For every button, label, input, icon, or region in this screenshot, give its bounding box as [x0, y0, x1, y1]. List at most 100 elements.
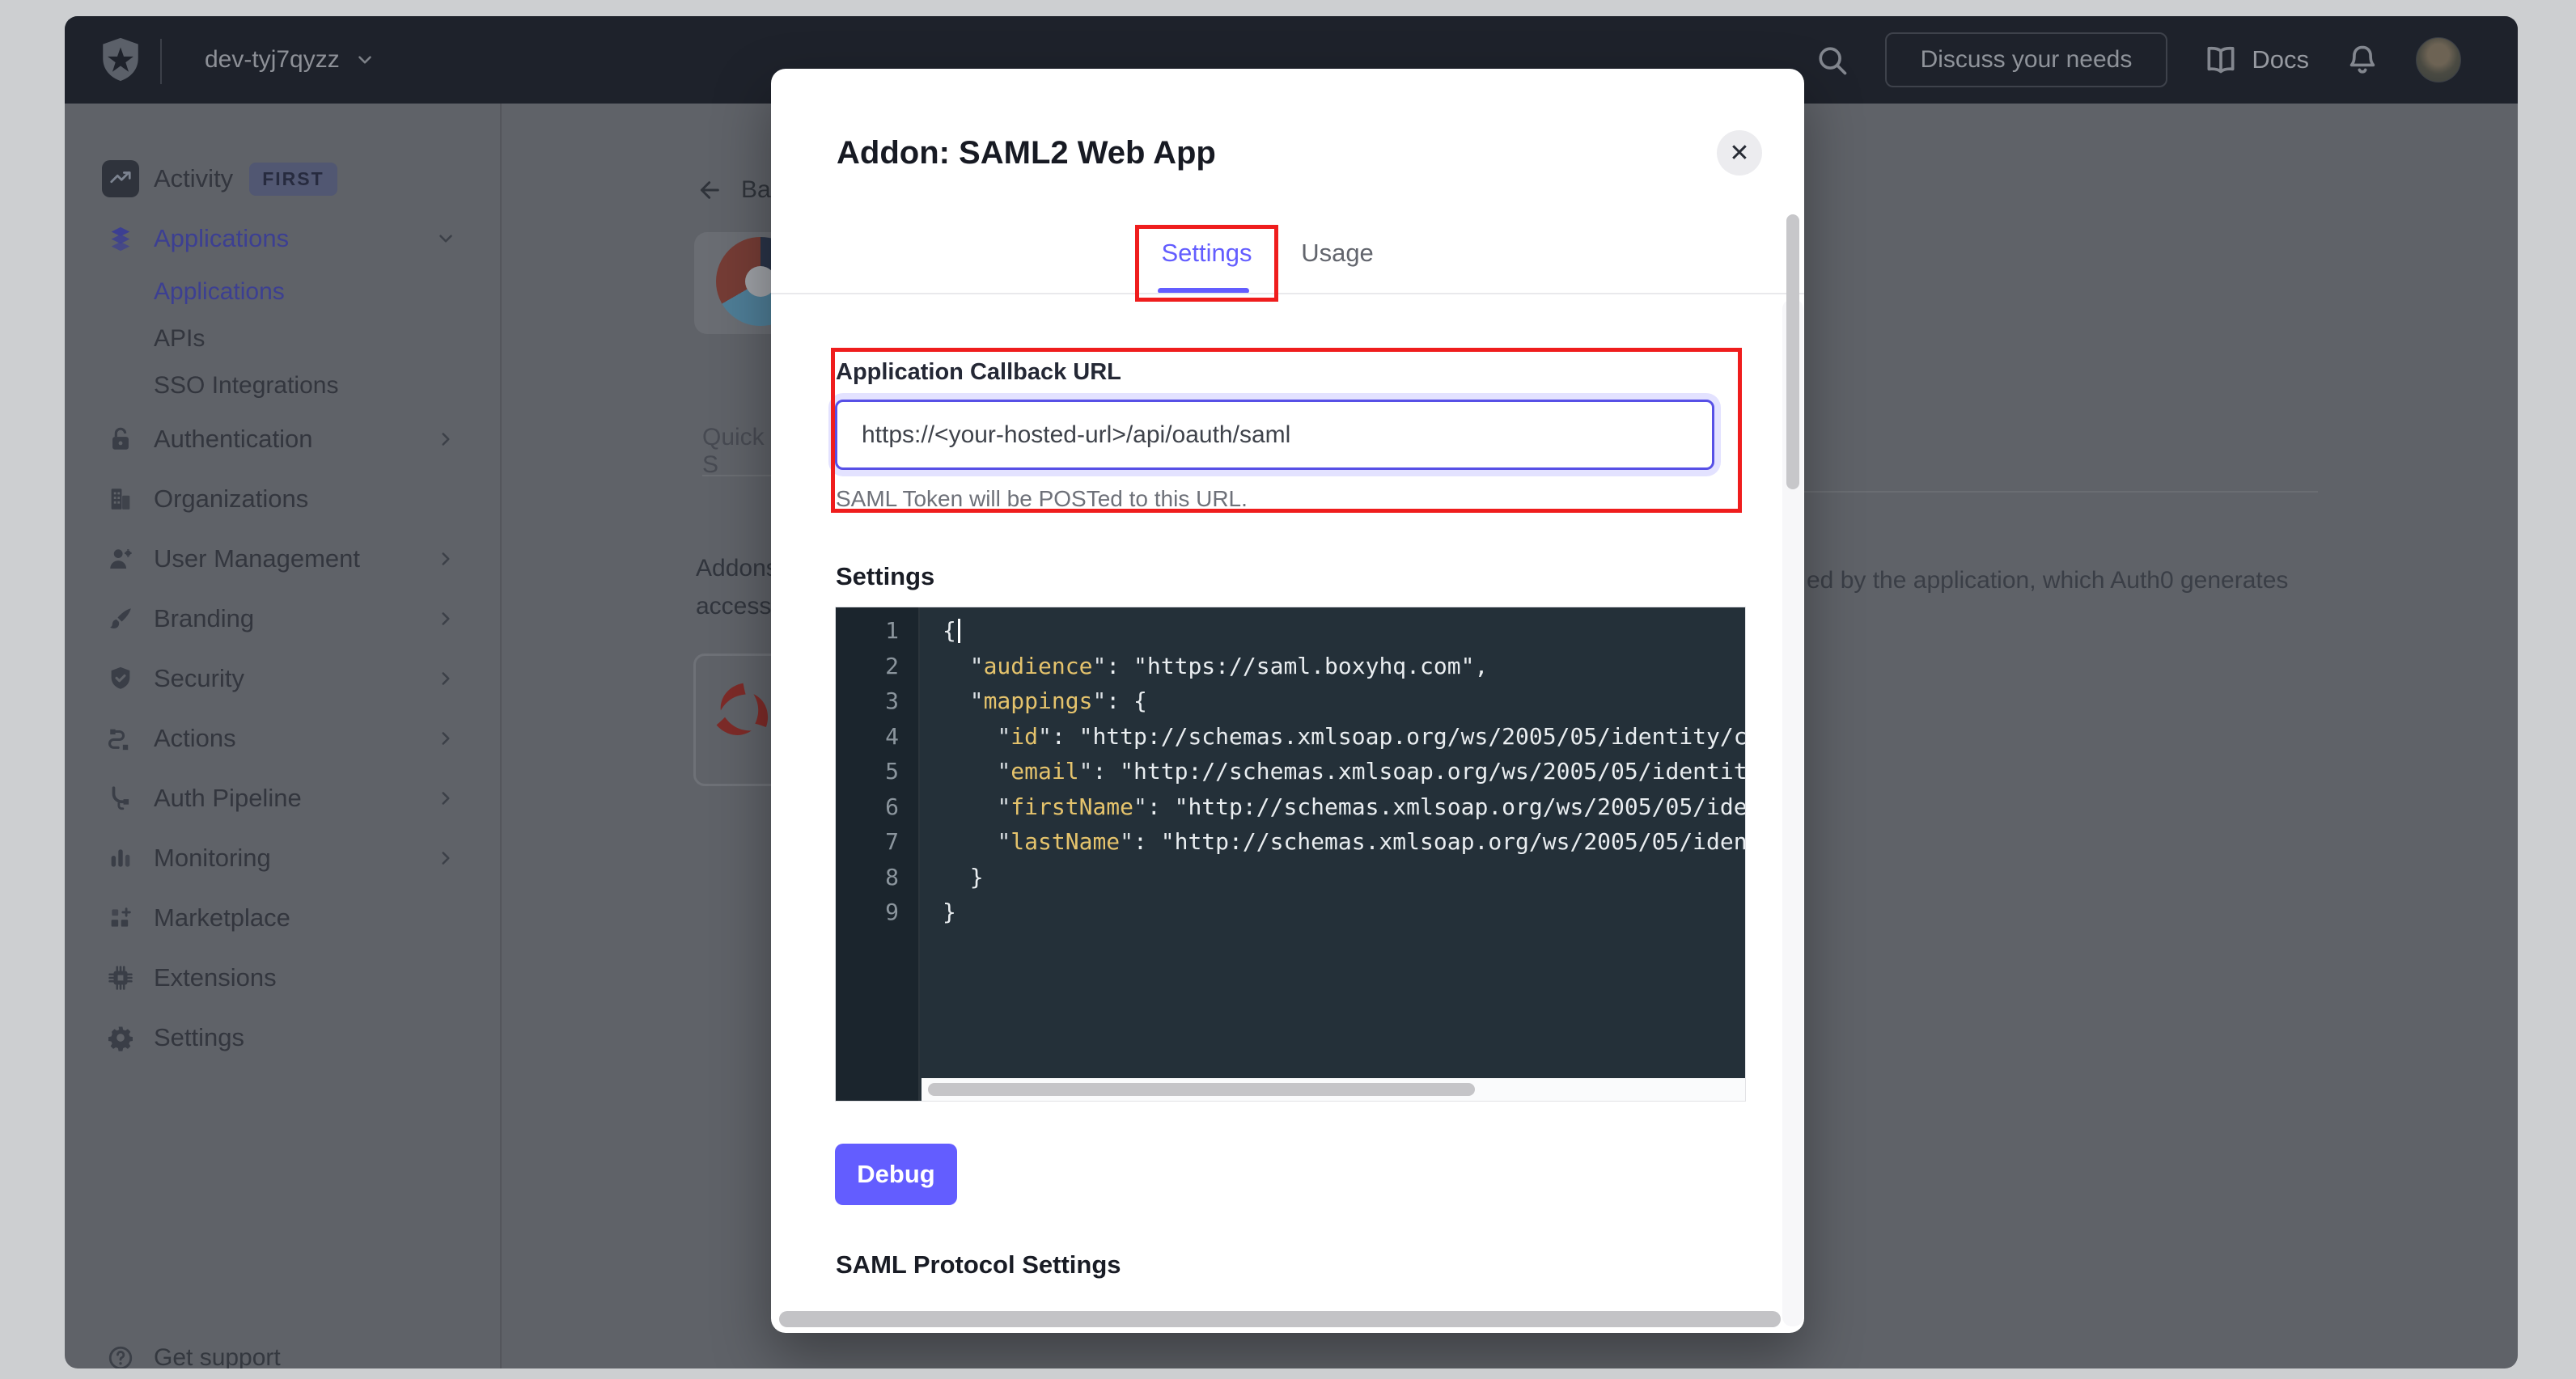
line-number: 9 — [836, 895, 918, 930]
sidebar-item-label: SSO Integrations — [154, 372, 338, 400]
sidebar-item-label: Extensions — [154, 963, 277, 992]
sidebar-item-label: Branding — [154, 604, 254, 633]
editor-code[interactable]: { "audience": "https://saml.boxyhq.com",… — [922, 607, 1745, 1078]
auth0-logo-icon[interactable] — [97, 34, 144, 86]
callback-url-input[interactable] — [835, 400, 1714, 470]
sidebar-item-settings[interactable]: Settings — [65, 1008, 500, 1068]
code-line: { — [943, 613, 1745, 649]
help-circle-icon — [107, 1344, 134, 1368]
addons-paragraph-fragment: Addons access — [696, 549, 771, 625]
close-icon[interactable]: ✕ — [1717, 130, 1762, 176]
line-number: 7 — [836, 824, 918, 860]
sidebar-item-label: Get support — [154, 1344, 281, 1368]
topbar-actions: Discuss your needs Docs — [1814, 16, 2461, 104]
activity-icon — [102, 160, 139, 197]
sidebar-item-applications[interactable]: Applications — [65, 269, 500, 315]
sidebar-item-branding[interactable]: Branding — [65, 589, 500, 649]
shield-check-icon — [107, 665, 134, 692]
tenant-name: dev-tyj7qyzz — [205, 46, 340, 74]
sidebar-item-organizations[interactable]: Organizations — [65, 469, 500, 529]
sidebar-item-marketplace[interactable]: Marketplace — [65, 888, 500, 948]
settings-code-editor[interactable]: 123456789 { "audience": "https://saml.bo… — [835, 607, 1746, 1102]
sidebar: ActivityFIRSTApplicationsApplicationsAPI… — [65, 104, 502, 1368]
saml-protocol-settings-heading: SAML Protocol Settings — [836, 1250, 1121, 1280]
sidebar-item-label: APIs — [154, 325, 205, 353]
line-number: 3 — [836, 683, 918, 719]
arrow-left-icon — [697, 177, 723, 203]
sidebar-item-monitoring[interactable]: Monitoring — [65, 828, 500, 888]
sidebar-item-security[interactable]: Security — [65, 649, 500, 709]
code-line: } — [943, 895, 1745, 930]
sidebar-footer: Get supportGive feedback — [65, 1333, 502, 1368]
text-cursor — [958, 619, 960, 643]
sidebar-item-label: Auth Pipeline — [154, 784, 302, 813]
chip-icon — [107, 964, 134, 992]
code-line: "mappings": { — [943, 683, 1745, 719]
discuss-your-needs-button[interactable]: Discuss your needs — [1885, 32, 2168, 87]
topbar-divider — [160, 39, 162, 84]
modal-vertical-scrollbar-thumb[interactable] — [1786, 214, 1799, 489]
sidebar-item-apis[interactable]: APIs — [65, 315, 500, 362]
tab-usage[interactable]: Usage — [1289, 239, 1386, 268]
paragraph-line: access — [696, 587, 771, 625]
chevron-right-icon — [435, 608, 456, 629]
line-number: 5 — [836, 754, 918, 789]
layers-icon — [107, 225, 134, 252]
tenant-switcher[interactable]: dev-tyj7qyzz — [205, 16, 375, 104]
line-number: 6 — [836, 789, 918, 825]
editor-hscroll-thumb[interactable] — [928, 1083, 1475, 1096]
line-number: 2 — [836, 649, 918, 684]
sidebar-items: ActivityFIRSTApplicationsApplicationsAPI… — [65, 149, 500, 1068]
avatar[interactable] — [2416, 37, 2461, 82]
code-line: } — [943, 860, 1745, 895]
chevron-down-icon — [354, 49, 375, 70]
chevron-right-icon — [435, 728, 456, 749]
sidebar-item-activity[interactable]: ActivityFIRST — [65, 149, 500, 209]
search-icon[interactable] — [1814, 42, 1849, 78]
tab-settings[interactable]: Settings — [1139, 239, 1274, 268]
bell-icon[interactable] — [2345, 42, 2380, 78]
chevron-right-icon — [435, 548, 456, 569]
brush-icon — [107, 605, 134, 632]
docs-link[interactable]: Docs — [2203, 42, 2309, 78]
paragraph-line: Addons — [696, 549, 771, 587]
pipeline-icon — [107, 785, 134, 812]
sidebar-item-label: Actions — [154, 724, 236, 753]
page-tab-divider — [702, 475, 771, 476]
sidebar-item-extensions[interactable]: Extensions — [65, 948, 500, 1008]
back-link[interactable]: Bac — [697, 176, 771, 204]
page-tab-divider-right — [1804, 491, 2318, 493]
gear-icon — [107, 1024, 134, 1051]
code-line: "audience": "https://saml.boxyhq.com", — [943, 649, 1745, 684]
tabs-divider — [771, 293, 1804, 294]
modal-horizontal-scrollbar-thumb[interactable] — [779, 1311, 1781, 1327]
debug-button[interactable]: Debug — [835, 1144, 957, 1205]
back-label: Bac — [741, 176, 771, 204]
sidebar-item-sso-integrations[interactable]: SSO Integrations — [65, 362, 500, 409]
callback-url-label: Application Callback URL — [836, 359, 1121, 386]
chevron-right-icon — [435, 668, 456, 689]
sidebar-item-user-management[interactable]: User Management — [65, 529, 500, 589]
sidebar-item-label: Organizations — [154, 484, 308, 514]
docs-label: Docs — [2252, 45, 2309, 74]
code-line: "lastName": "http://schemas.xmlsoap.org/… — [943, 824, 1745, 860]
sidebar-item-authentication[interactable]: Authentication — [65, 409, 500, 469]
line-number: 4 — [836, 719, 918, 755]
line-number: 8 — [836, 860, 918, 895]
chevron-right-icon — [435, 429, 456, 450]
chevron-right-icon — [435, 848, 456, 869]
tab-quick-start[interactable]: Quick S — [702, 424, 771, 479]
saml2-addon-logo-icon — [710, 679, 771, 744]
sidebar-item-applications[interactable]: Applications — [65, 209, 500, 269]
editor-horizontal-scrollbar[interactable] — [922, 1078, 1745, 1101]
user-gear-icon — [107, 545, 134, 573]
line-number: 1 — [836, 613, 918, 649]
chevron-down-icon — [435, 228, 456, 249]
sidebar-item-auth-pipeline[interactable]: Auth Pipeline — [65, 768, 500, 828]
app-window: dev-tyj7qyzz Discuss your needs Docs Act… — [65, 16, 2518, 1368]
sidebar-item-label: Authentication — [154, 425, 312, 454]
flow-icon — [107, 725, 134, 752]
sidebar-item-actions[interactable]: Actions — [65, 709, 500, 768]
sidebar-item-label: Settings — [154, 1023, 244, 1052]
sidebar-item-get-support[interactable]: Get support — [65, 1333, 502, 1368]
